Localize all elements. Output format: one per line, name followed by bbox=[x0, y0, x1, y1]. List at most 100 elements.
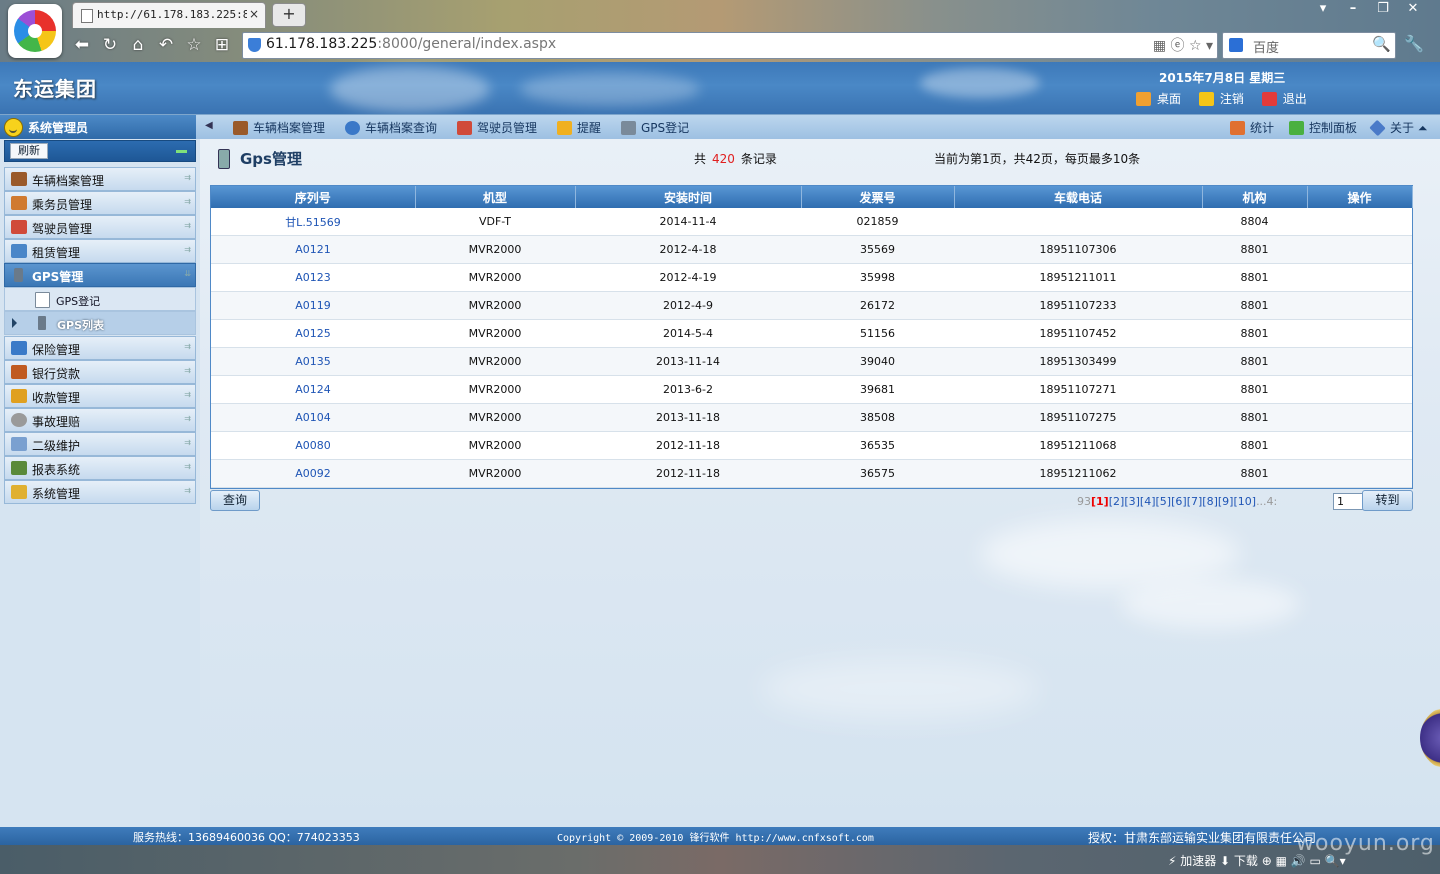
serial-number-link[interactable]: A0125 bbox=[211, 319, 415, 348]
query-button[interactable]: 查询 bbox=[210, 490, 260, 511]
table-row[interactable]: A0092 MVR2000 2012-11-18 36575 18951211062 88… bbox=[211, 459, 1412, 488]
settings-wrench-icon[interactable]: 🔧 bbox=[1404, 34, 1424, 53]
table-row[interactable]: A0119 MVR2000 2012-4-9 26172 18951107233 8801 bbox=[211, 291, 1412, 320]
serial-number-link[interactable]: A0104 bbox=[211, 403, 415, 432]
sidebar-subitem-gps-register[interactable]: GPS登记 bbox=[4, 287, 196, 311]
maximize-button[interactable]: ❐ bbox=[1368, 0, 1398, 18]
table-row[interactable]: A0104 MVR2000 2013-11-18 38508 18951107275 88… bbox=[211, 403, 1412, 432]
toolbar-control-panel[interactable]: 控制面板 bbox=[1289, 119, 1357, 136]
action-cell[interactable] bbox=[1307, 208, 1412, 236]
table-row[interactable]: 甘L.51569 VDF-T 2014-11-4 021859 8804 bbox=[211, 208, 1412, 236]
sidebar-item-staff[interactable]: 乘务员管理 ⇉ bbox=[4, 191, 196, 215]
sidebar-item-lease[interactable]: 租赁管理 ⇉ bbox=[4, 239, 196, 263]
action-cell[interactable] bbox=[1307, 403, 1412, 432]
accident-icon bbox=[11, 413, 27, 427]
pager-page-link[interactable]: [3] bbox=[1124, 495, 1140, 508]
table-row[interactable]: A0123 MVR2000 2012-4-19 35998 18951211011 880… bbox=[211, 263, 1412, 292]
table-cell: 8801 bbox=[1202, 375, 1307, 404]
action-cell[interactable] bbox=[1307, 263, 1412, 292]
action-cell[interactable] bbox=[1307, 319, 1412, 348]
browser-tab[interactable]: http://61.178.183.225:800 × bbox=[72, 2, 266, 28]
toolbar-gps-register[interactable]: GPS登记 bbox=[621, 119, 689, 136]
sidebar-item-bank-loan[interactable]: 银行贷款 ⇉ bbox=[4, 360, 196, 384]
toolbar-statistics[interactable]: 统计 bbox=[1230, 119, 1274, 136]
sidebar-item-gps[interactable]: GPS管理 ⇊ bbox=[4, 263, 196, 287]
table-row[interactable]: A0125 MVR2000 2014-5-4 51156 18951107452 8801 bbox=[211, 319, 1412, 348]
logout-link[interactable]: 注销 bbox=[1198, 90, 1244, 107]
sidebar-item-insurance[interactable]: 保险管理 ⇉ bbox=[4, 336, 196, 360]
table-cell: 2012-4-19 bbox=[575, 263, 801, 292]
address-bar[interactable]: 61.178.183.225:8000/general/index.aspx ▦… bbox=[242, 32, 1218, 59]
expand-icon: ⇉ bbox=[184, 221, 191, 230]
search-input[interactable]: 百度 bbox=[1253, 37, 1279, 56]
action-cell[interactable] bbox=[1307, 235, 1412, 264]
browser-logo-icon[interactable] bbox=[8, 4, 62, 58]
home-icon[interactable]: ⌂ bbox=[124, 32, 152, 58]
address-bar-tools[interactable]: ▦ ⓔ ☆ ▾ bbox=[1153, 35, 1213, 55]
serial-number-link[interactable]: A0135 bbox=[211, 347, 415, 376]
pager-page-link[interactable]: [6] bbox=[1171, 495, 1187, 508]
skin-button[interactable]: ▾ bbox=[1308, 0, 1338, 18]
pager-page-link[interactable]: [9] bbox=[1218, 495, 1234, 508]
collapse-up-icon[interactable]: ⏶ bbox=[1418, 121, 1428, 135]
sidebar-item-vehicle-archive[interactable]: 车辆档案管理 ⇉ bbox=[4, 167, 196, 191]
goto-page-input[interactable]: 1 bbox=[1333, 493, 1364, 510]
pager-page-link[interactable]: [4] bbox=[1140, 495, 1156, 508]
toolbar-reminder[interactable]: 提醒 bbox=[557, 119, 601, 136]
search-box[interactable]: 百度 🔍 bbox=[1222, 32, 1396, 59]
close-window-button[interactable]: ✕ bbox=[1398, 0, 1428, 18]
serial-number-link[interactable]: A0121 bbox=[211, 235, 415, 264]
undo-icon[interactable]: ↶ bbox=[152, 32, 180, 58]
url-text[interactable]: 61.178.183.225:8000/general/index.aspx bbox=[266, 36, 556, 52]
sidebar-subitem-gps-list[interactable]: GPS列表 bbox=[4, 311, 196, 335]
reload-icon[interactable]: ↻ bbox=[96, 32, 124, 58]
scroll-left-icon[interactable]: ◀ bbox=[205, 120, 213, 131]
back-icon[interactable]: ⬅ bbox=[68, 32, 96, 58]
sidebar-item-maintenance[interactable]: 二级维护 ⇉ bbox=[4, 432, 196, 456]
pager-page-link[interactable]: [8] bbox=[1202, 495, 1218, 508]
action-cell[interactable] bbox=[1307, 375, 1412, 404]
apps-icon[interactable]: ⊞ bbox=[208, 32, 236, 58]
exit-link[interactable]: 退出 bbox=[1261, 90, 1307, 107]
goto-button[interactable]: 转到 bbox=[1362, 490, 1413, 511]
sidebar-item-driver[interactable]: 驾驶员管理 ⇉ bbox=[4, 215, 196, 239]
table-row[interactable]: A0124 MVR2000 2013-6-2 39681 18951107271 8801 bbox=[211, 375, 1412, 404]
collapse-icon[interactable] bbox=[176, 150, 187, 153]
action-cell[interactable] bbox=[1307, 347, 1412, 376]
action-cell[interactable] bbox=[1307, 431, 1412, 460]
serial-number-link[interactable]: A0124 bbox=[211, 375, 415, 404]
table-row[interactable]: A0135 MVR2000 2013-11-14 39040 18951303499 88… bbox=[211, 347, 1412, 376]
sidebar-item-reports[interactable]: 报表系统 ⇉ bbox=[4, 456, 196, 480]
toolbar-vehicle-archive[interactable]: 车辆档案管理 bbox=[233, 119, 325, 136]
action-cell[interactable] bbox=[1307, 459, 1412, 488]
new-tab-button[interactable]: + bbox=[272, 3, 306, 27]
search-icon[interactable]: 🔍 bbox=[1372, 35, 1391, 53]
serial-number-link[interactable]: A0123 bbox=[211, 263, 415, 292]
pager-page-link[interactable]: [7] bbox=[1187, 495, 1203, 508]
toolbar-vehicle-query[interactable]: 车辆档案查询 bbox=[345, 119, 437, 136]
refresh-button[interactable]: 刷新 bbox=[10, 143, 48, 159]
serial-number-link[interactable]: A0080 bbox=[211, 431, 415, 460]
serial-number-link[interactable]: 甘L.51569 bbox=[211, 208, 415, 236]
desktop-link[interactable]: 桌面 bbox=[1136, 90, 1181, 107]
table-cell: 8801 bbox=[1202, 431, 1307, 460]
current-date: 2015年7月8日 星期三 bbox=[1159, 71, 1286, 85]
toolbar-driver-management[interactable]: 驾驶员管理 bbox=[457, 119, 537, 136]
serial-number-link[interactable]: A0119 bbox=[211, 291, 415, 320]
table-row[interactable]: A0121 MVR2000 2012-4-18 35569 18951107306 880… bbox=[211, 235, 1412, 264]
pager-page-link[interactable]: [5] bbox=[1156, 495, 1172, 508]
serial-number-link[interactable]: A0092 bbox=[211, 459, 415, 488]
sidebar-item-system[interactable]: 系统管理 ⇉ bbox=[4, 480, 196, 504]
pager-page-link[interactable]: [10] bbox=[1233, 495, 1256, 508]
action-cell[interactable] bbox=[1307, 291, 1412, 320]
floating-widget-icon[interactable] bbox=[1420, 705, 1440, 771]
minimize-button[interactable]: – bbox=[1338, 0, 1368, 18]
close-tab-icon[interactable]: × bbox=[249, 7, 259, 21]
toolbar-about[interactable]: 关于 ⏶ bbox=[1369, 119, 1428, 137]
sidebar-item-accident-claims[interactable]: 事故理赔 ⇉ bbox=[4, 408, 196, 432]
sidebar-item-payment[interactable]: 收款管理 ⇉ bbox=[4, 384, 196, 408]
favorite-icon[interactable]: ☆ bbox=[180, 32, 208, 58]
table-row[interactable]: A0080 MVR2000 2012-11-18 36535 18951211068 88… bbox=[211, 431, 1412, 460]
pager-page-link[interactable]: [2] bbox=[1109, 495, 1125, 508]
table-cell: 2014-5-4 bbox=[575, 319, 801, 348]
